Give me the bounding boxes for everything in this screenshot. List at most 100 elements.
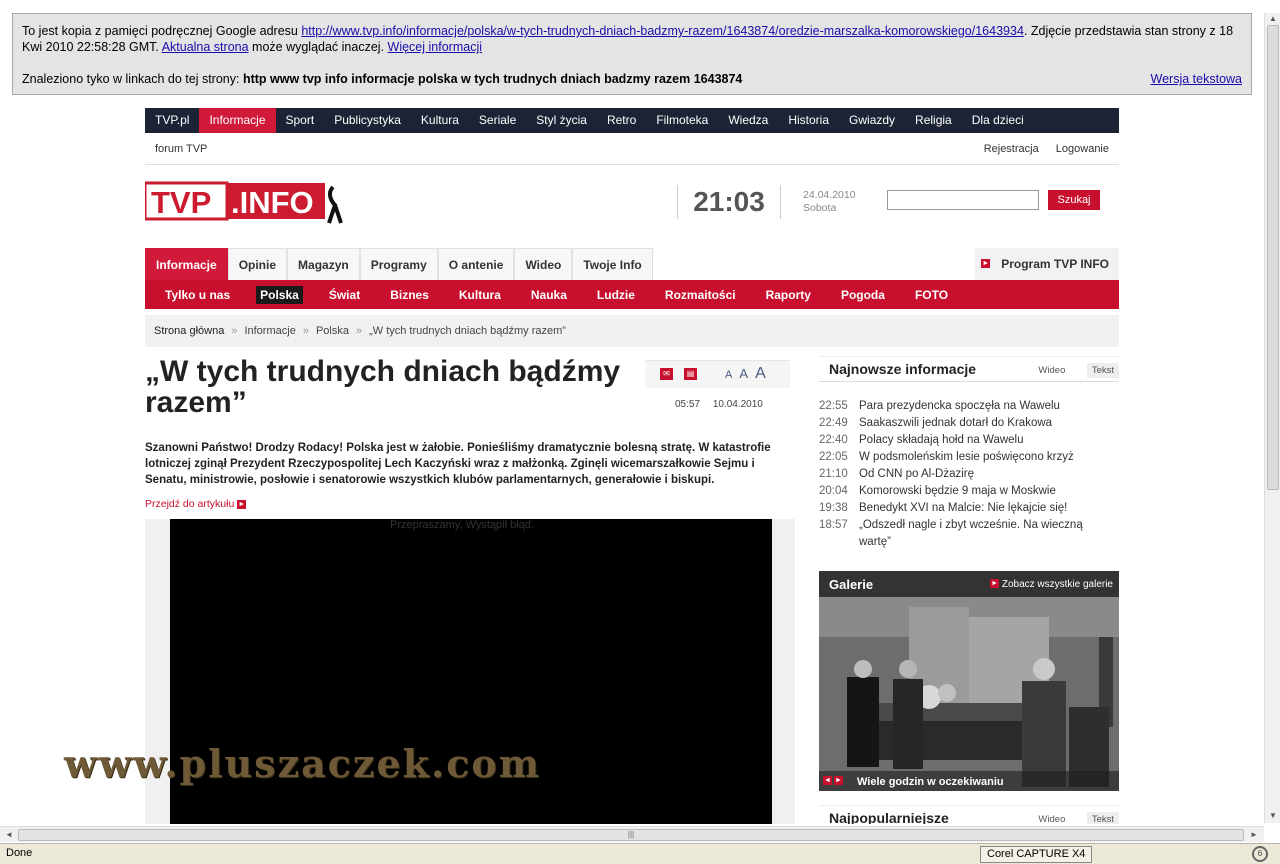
topnav-item-kultura[interactable]: Kultura xyxy=(411,108,469,133)
news-headline[interactable]: Benedykt XVI na Malcie: Nie lękajcie się… xyxy=(859,500,1109,517)
list-item[interactable]: 20:04 Komorowski będzie 9 maja w Moskwie xyxy=(819,483,1119,500)
gallery-caption[interactable]: Wiele godzin w oczekiwaniu xyxy=(857,776,1004,788)
list-item[interactable]: 18:57 „Odszedł nagle i zbyt wcześnie. Na … xyxy=(819,517,1119,551)
list-item[interactable]: 21:10 Od CNN po Al-Dżazirę xyxy=(819,466,1119,483)
tab-wideo[interactable]: Wideo xyxy=(514,248,573,280)
text-version-link[interactable]: Wersja tekstowa xyxy=(1151,71,1242,87)
gallery-photo[interactable] xyxy=(819,597,1119,791)
topnav-item-historia[interactable]: Historia xyxy=(778,108,839,133)
news-headline[interactable]: Komorowski będzie 9 maja w Moskwie xyxy=(859,483,1109,500)
topnav-item-publicystyka[interactable]: Publicystyka xyxy=(324,108,411,133)
list-item[interactable]: 22:49 Saakaszwili jednak dotarł do Krakow… xyxy=(819,415,1119,432)
gallery-next-icon[interactable]: ► xyxy=(834,776,843,785)
topnav-item-dla-dzieci[interactable]: Dla dzieci xyxy=(962,108,1034,133)
horizontal-scroll-thumb[interactable]: ||| xyxy=(18,829,1244,841)
news-headline[interactable]: Para prezydencka spoczęła na Wawelu xyxy=(859,398,1109,415)
cache-terms-line: Znaleziono tyko w linkach do tej strony:… xyxy=(22,71,1242,87)
news-headline[interactable]: „Odszedł nagle i zbyt wcześnie. Na wiecz… xyxy=(859,517,1109,551)
news-time: 22:49 xyxy=(819,417,848,429)
font-large-button[interactable]: A xyxy=(755,365,766,382)
goto-article-link[interactable]: Przejdź do artykułu ► xyxy=(145,498,247,510)
scroll-right-icon[interactable]: ► xyxy=(1248,829,1260,841)
topnav-item-styl-zycia[interactable]: Styl życia xyxy=(526,108,597,133)
more-info-link[interactable]: Więcej informacji xyxy=(388,40,482,54)
scroll-left-icon[interactable]: ◄ xyxy=(3,829,15,841)
news-headline[interactable]: Od CNN po Al-Dżazirę xyxy=(859,466,1109,483)
sub-navigation: Tylko u nas Polska Świat Biznes Kultura … xyxy=(145,280,1119,309)
scroll-up-icon[interactable]: ▲ xyxy=(1267,13,1279,25)
tab-opinie[interactable]: Opinie xyxy=(227,248,288,280)
latest-tab-text[interactable]: Tekst xyxy=(1086,363,1119,378)
all-galleries-link[interactable]: ► Zobacz wszystkie galerie xyxy=(990,579,1113,590)
subnav-item-kultura[interactable]: Kultura xyxy=(444,288,516,302)
site-header: TVP .INFO 21:03 24.04.2010 Sobota Szukaj xyxy=(145,165,1119,248)
breadcrumb-informacje[interactable]: Informacje xyxy=(244,325,295,337)
topnav-item-tvp[interactable]: TVP.pl xyxy=(145,108,199,133)
tvp-info-logo[interactable]: TVP .INFO xyxy=(145,179,345,225)
news-time: 19:38 xyxy=(819,502,848,514)
subnav-item-rozmaitosci[interactable]: Rozmaitości xyxy=(650,288,751,302)
popular-tab-text[interactable]: Tekst xyxy=(1086,812,1119,824)
status-text: Done xyxy=(6,847,33,859)
arrow-right-icon: ► xyxy=(990,579,1000,589)
tab-informacje[interactable]: Informacje xyxy=(145,248,228,280)
subnav-item-nauka[interactable]: Nauka xyxy=(516,288,582,302)
found-in-text: Znaleziono tyko w linkach do tej strony: xyxy=(22,72,240,86)
subnav-item-ludzie[interactable]: Ludzie xyxy=(582,288,650,302)
vertical-scroll-thumb[interactable] xyxy=(1267,25,1279,490)
font-small-button[interactable]: A xyxy=(725,369,732,381)
cache-may-differ-text: może wyglądać inaczej. xyxy=(252,40,385,54)
search-button[interactable]: Szukaj xyxy=(1048,190,1100,210)
subnav-item-polska[interactable]: Polska xyxy=(256,285,303,304)
topnav-item-retro[interactable]: Retro xyxy=(597,108,646,133)
taskbar-capture-button[interactable]: Corel CAPTURE X4 xyxy=(980,846,1093,863)
program-tvp-info-link[interactable]: ► Program TVP INFO xyxy=(975,248,1119,280)
list-item[interactable]: 22:40 Polacy składają hołd na Wawelu xyxy=(819,432,1119,449)
latest-tab-video[interactable]: Wideo xyxy=(1033,363,1070,378)
subnav-item-foto[interactable]: FOTO xyxy=(900,288,963,302)
subnav-item-raporty[interactable]: Raporty xyxy=(751,288,826,302)
email-icon[interactable]: ✉ xyxy=(660,368,673,380)
register-link[interactable]: Rejestracja xyxy=(984,143,1039,155)
topnav-item-seriale[interactable]: Seriale xyxy=(469,108,526,133)
breadcrumb-home[interactable]: Strona główna xyxy=(154,325,224,337)
topnav-item-sport[interactable]: Sport xyxy=(276,108,325,133)
list-item[interactable]: 22:55 Para prezydencka spoczęła na Wawelu xyxy=(819,398,1119,415)
news-headline[interactable]: Polacy składają hołd na Wawelu xyxy=(859,432,1109,449)
video-error-message: Przepraszamy, Wystąpił błąd. xyxy=(390,519,534,531)
search-input[interactable] xyxy=(887,190,1039,210)
print-icon[interactable]: ▤ xyxy=(684,368,697,380)
vertical-scrollbar[interactable]: ▲ ▼ xyxy=(1264,13,1280,823)
subnav-item-biznes[interactable]: Biznes xyxy=(375,288,444,302)
current-page-link[interactable]: Aktualna strona xyxy=(162,40,249,54)
subnav-item-pogoda[interactable]: Pogoda xyxy=(826,288,900,302)
topnav-item-informacje[interactable]: Informacje xyxy=(199,108,276,133)
font-medium-button[interactable]: A xyxy=(739,366,748,381)
list-item[interactable]: 19:38 Benedykt XVI na Malcie: Nie lękajci… xyxy=(819,500,1119,517)
tab-magazyn[interactable]: Magazyn xyxy=(287,248,360,280)
news-headline[interactable]: W podsmoleńskim lesie poświęcono krzyż xyxy=(859,449,1109,466)
gallery-prev-icon[interactable]: ◄ xyxy=(823,776,832,785)
gallery-header: Galerie ► Zobacz wszystkie galerie xyxy=(819,571,1119,597)
topnav-item-religia[interactable]: Religia xyxy=(905,108,962,133)
topnav-item-gwiazdy[interactable]: Gwiazdy xyxy=(839,108,905,133)
list-item[interactable]: 22:05 W podsmoleńskim lesie poświęcono kr… xyxy=(819,449,1119,466)
horizontal-scrollbar[interactable]: ◄ ||| ► xyxy=(0,826,1264,842)
tab-o-antenie[interactable]: O antenie xyxy=(437,248,515,280)
topnav-item-wiedza[interactable]: Wiedza xyxy=(718,108,778,133)
forum-link[interactable]: forum TVP xyxy=(155,143,207,155)
popular-tab-video[interactable]: Wideo xyxy=(1033,812,1070,824)
topnav-item-filmoteka[interactable]: Filmoteka xyxy=(646,108,718,133)
login-link[interactable]: Logowanie xyxy=(1056,143,1109,155)
svg-text:TVP: TVP xyxy=(151,185,211,220)
breadcrumb-polska[interactable]: Polska xyxy=(316,325,349,337)
section-tabs: Informacje Opinie Magazyn Programy O ant… xyxy=(145,248,1119,280)
tab-twoje-info[interactable]: Twoje Info xyxy=(572,248,653,280)
tab-programy[interactable]: Programy xyxy=(359,248,438,280)
scroll-down-icon[interactable]: ▼ xyxy=(1267,810,1279,822)
news-time: 18:57 xyxy=(819,519,848,531)
subnav-item-swiat[interactable]: Świat xyxy=(314,288,375,302)
cache-url-link[interactable]: http://www.tvp.info/informacje/polska/w-… xyxy=(301,24,1024,38)
subnav-item-tylko-u-nas[interactable]: Tylko u nas xyxy=(150,288,245,302)
news-headline[interactable]: Saakaszwili jednak dotarł do Krakowa xyxy=(859,415,1109,432)
